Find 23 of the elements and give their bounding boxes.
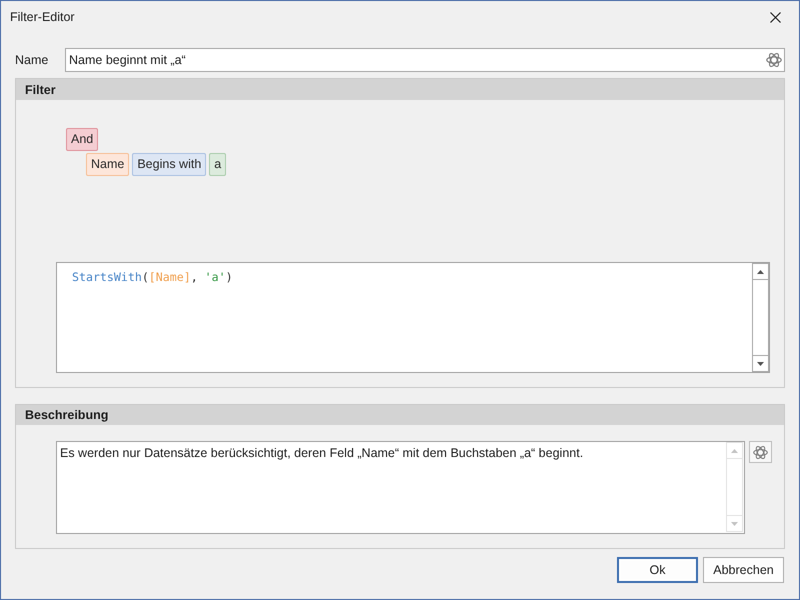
filter-expression: StartsWith([Name], 'a') (72, 270, 233, 285)
down-triangle-icon (731, 522, 738, 526)
atom-icon[interactable] (766, 52, 782, 68)
expression-editor[interactable]: StartsWith([Name], 'a') (56, 262, 770, 373)
description-text: Es werden nur Datensätze berücksichtigt, deren Feld „Name“ mit dem Buchstaben „a“ beginnt. (60, 446, 584, 460)
cancel-button[interactable]: Abbrechen (703, 557, 784, 583)
operator-tag[interactable]: Begins with (132, 153, 206, 176)
group-tag[interactable]: And (66, 128, 98, 151)
panel-title: Filter (25, 82, 56, 96)
atom-icon (753, 444, 768, 460)
value-tag[interactable]: a (209, 153, 226, 176)
window-title: Filter-Editor (10, 10, 75, 24)
field-tag[interactable]: Name (86, 153, 130, 176)
up-triangle-icon (731, 448, 738, 452)
down-triangle-icon (757, 362, 764, 366)
name-field[interactable]: Name beginnt mit „a“ (65, 48, 785, 72)
name-label: Name (15, 53, 50, 67)
close-icon[interactable] (770, 12, 781, 22)
up-triangle-icon (757, 270, 764, 274)
scrollbar[interactable] (752, 263, 769, 372)
panel-title: Beschreibung (25, 408, 108, 422)
ok-button[interactable]: Ok (617, 557, 698, 583)
atom-button[interactable] (749, 441, 772, 463)
